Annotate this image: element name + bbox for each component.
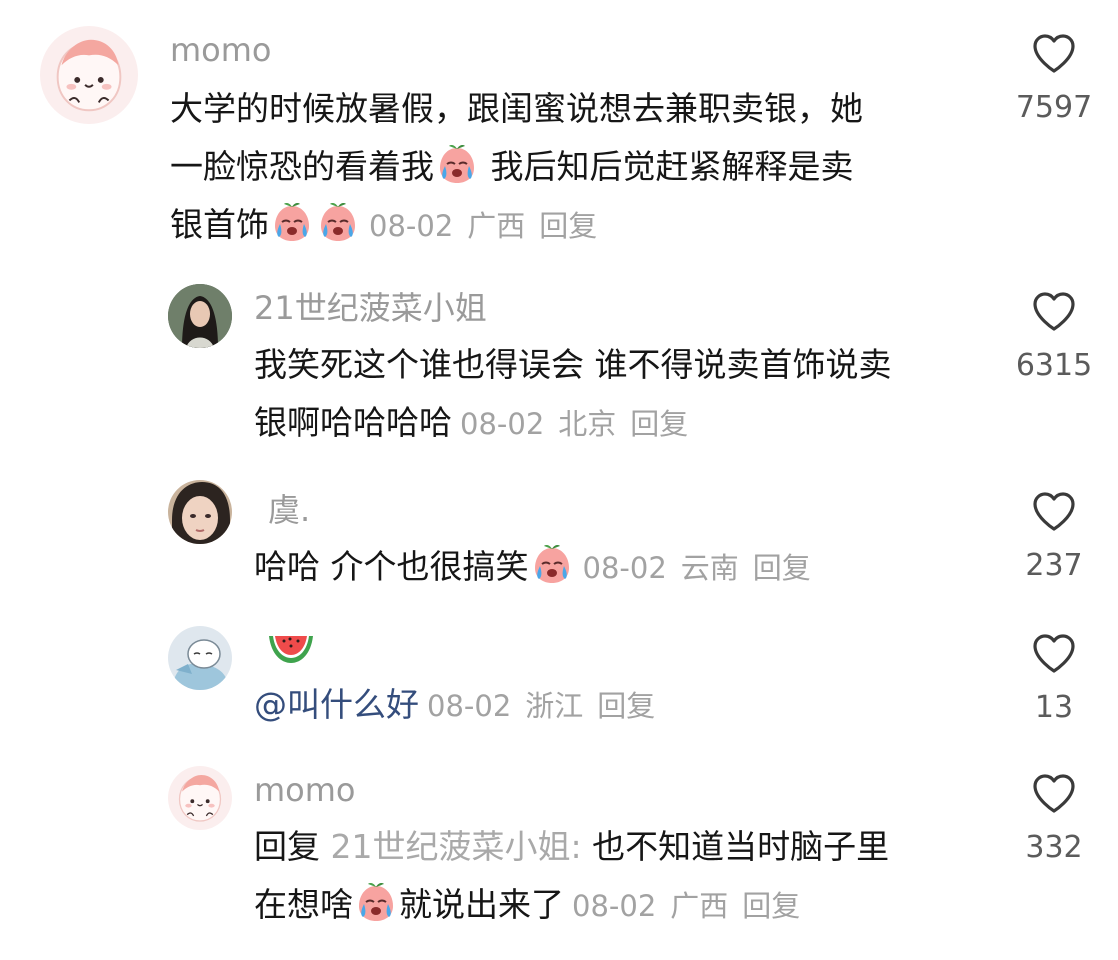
watermelon-icon	[269, 636, 313, 663]
heart-outline-icon[interactable]	[1031, 632, 1077, 674]
heart-outline-icon[interactable]	[1031, 490, 1077, 532]
comment-username[interactable]: 21世纪菠菜小姐	[254, 288, 487, 328]
like-button[interactable]: 237	[1004, 490, 1104, 586]
comment-location: 广西	[670, 889, 729, 923]
comment-line-text: 也不知道当时脑子里	[581, 827, 890, 866]
heart-outline-icon[interactable]	[1031, 290, 1077, 332]
comment-meta: 08-02 浙江 回复	[427, 689, 669, 723]
comment-line: @叫什么好 08-02 浙江 回复	[254, 676, 669, 734]
comment-meta: 08-02 北京 回复	[460, 407, 702, 441]
crying-peach-emoji-icon	[316, 200, 360, 244]
reply-prefix: 回复	[254, 827, 320, 866]
comment-date: 08-02	[572, 889, 657, 923]
comment-location: 广西	[467, 209, 526, 243]
like-count: 7597	[1015, 90, 1093, 125]
crying-peach-emoji-icon	[435, 142, 479, 186]
avatar[interactable]	[168, 284, 232, 348]
comment-line-text: 银首饰	[170, 205, 269, 244]
avatar[interactable]	[168, 480, 232, 544]
comment-text: @叫什么好 08-02 浙江 回复	[254, 676, 669, 734]
like-count: 6315	[1015, 348, 1093, 383]
avatar[interactable]	[40, 26, 138, 124]
comment-username[interactable]: momo	[170, 30, 272, 70]
comment-line-text: 在想啥	[254, 885, 353, 924]
comment-meta: 08-02 广西 回复	[369, 209, 611, 243]
comment-line-text: 我后知后觉赶紧解释是卖	[480, 147, 854, 186]
cartoon-sleeping-avatar-icon	[168, 626, 232, 690]
comment-location: 云南	[680, 551, 739, 585]
comment-date: 08-02	[460, 407, 545, 441]
comment-text: 回复 21世纪菠菜小姐: 也不知道当时脑子里 在想啥 就说出来了 08-02 广西 回复	[254, 818, 889, 934]
crying-peach-emoji-icon	[270, 200, 314, 244]
comment-line: 银啊哈哈哈哈 08-02 北京 回复	[254, 394, 892, 452]
comment-meta: 08-02 广西 回复	[572, 889, 814, 923]
face-photo-avatar-icon	[168, 480, 232, 544]
avatar[interactable]	[168, 766, 232, 830]
comment-line: 银首饰 08-02 广西 回复	[170, 196, 863, 254]
crying-peach-emoji-icon	[354, 880, 398, 924]
comment-line-text: 哈哈 介个也很搞笑	[254, 547, 529, 586]
comment-line: 在想啥 就说出来了 08-02 广西 回复	[254, 876, 889, 934]
like-button[interactable]: 7597	[1004, 32, 1104, 128]
heart-outline-icon[interactable]	[1031, 32, 1077, 74]
like-button[interactable]: 332	[1004, 772, 1104, 868]
heart-outline-icon[interactable]	[1031, 772, 1077, 814]
comment-date: 08-02	[427, 689, 512, 723]
comment-line: 大学的时候放暑假，跟闺蜜说想去兼职卖银，她	[170, 89, 863, 128]
like-count: 13	[1034, 690, 1074, 725]
comment-text: 哈哈 介个也很搞笑 08-02 云南 回复	[254, 538, 825, 596]
comment-line: 回复 21世纪菠菜小姐: 也不知道当时脑子里	[254, 818, 889, 876]
reply-button[interactable]: 回复	[630, 407, 688, 441]
like-button[interactable]: 13	[1004, 632, 1104, 728]
reply-button[interactable]: 回复	[753, 551, 811, 585]
like-button[interactable]: 6315	[1004, 290, 1104, 386]
like-count: 332	[1025, 830, 1083, 865]
reply-button[interactable]: 回复	[742, 889, 800, 923]
comment-date: 08-02	[582, 551, 667, 585]
like-count: 237	[1025, 548, 1083, 583]
girl-photo-avatar-icon	[168, 284, 232, 348]
comment-line: 我笑死这个谁也得误会 谁不得说卖首饰说卖	[254, 345, 892, 384]
comment-location: 北京	[558, 407, 617, 441]
reply-button[interactable]: 回复	[539, 209, 597, 243]
comment-date: 08-02	[369, 209, 454, 243]
comment-text: 大学的时候放暑假，跟闺蜜说想去兼职卖银，她 一脸惊恐的看着我 我后知后觉赶紧解释…	[170, 80, 863, 254]
avatar[interactable]	[168, 626, 232, 690]
comment-text: 我笑死这个谁也得误会 谁不得说卖首饰说卖 银啊哈哈哈哈 08-02 北京 回复	[254, 336, 892, 452]
peach-cartoon-avatar-icon	[168, 766, 232, 830]
comment-username[interactable]: 虞.	[268, 490, 310, 530]
crying-peach-emoji-icon	[530, 542, 574, 586]
comment-meta: 08-02 云南 回复	[583, 551, 825, 585]
reply-target-link[interactable]: 21世纪菠菜小姐:	[331, 827, 582, 866]
comment-line-text: 就说出来了	[399, 885, 564, 924]
comment-line-text: 银啊哈哈哈哈	[254, 403, 452, 442]
comment-username[interactable]: momo	[254, 770, 356, 810]
comment-location: 浙江	[525, 689, 584, 723]
comment-line: 一脸惊恐的看着我 我后知后觉赶紧解释是卖	[170, 138, 863, 196]
peach-cartoon-avatar-icon	[40, 26, 138, 124]
comment-line: 哈哈 介个也很搞笑 08-02 云南 回复	[254, 538, 825, 596]
comment-username[interactable]	[266, 632, 316, 675]
mention-link[interactable]: @叫什么好	[254, 685, 419, 724]
comment-line-text: 一脸惊恐的看着我	[170, 147, 434, 186]
reply-button[interactable]: 回复	[597, 689, 655, 723]
